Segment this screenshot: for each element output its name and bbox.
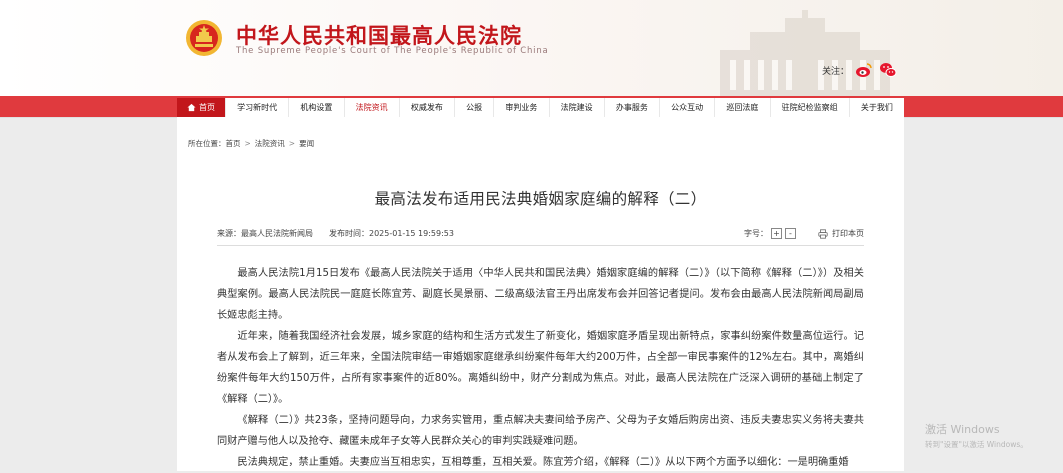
nav-item-label: 学习新时代 xyxy=(237,103,278,112)
article-paragraph: 最高人民法院1月15日发布《最高人民法院关于适用〈中华人民共和国民法典〉婚姻家庭… xyxy=(217,268,864,321)
nav-item-label: 公众互动 xyxy=(671,103,704,112)
nav-item-about[interactable]: 关于我们 xyxy=(850,98,904,117)
nav-item-label: 办事服务 xyxy=(615,103,648,112)
print-button[interactable]: 打印本页 xyxy=(818,228,864,239)
breadcrumb: 所在位置：首页 > 法院资讯 > 要闻 xyxy=(188,138,314,149)
article-source: 来源：最高人民法院新闻局 xyxy=(217,229,313,238)
nav-item-label: 巡回法庭 xyxy=(726,103,759,112)
font-size-label: 字号： xyxy=(744,229,768,238)
breadcrumb-headlines[interactable]: 要闻 xyxy=(299,139,314,148)
site-subtitle: The Supreme People's Court of The People… xyxy=(236,46,549,56)
nav-item-trial-business[interactable]: 审判业务 xyxy=(494,98,550,117)
follow-bar: 关注： xyxy=(822,60,897,80)
follow-label: 关注： xyxy=(822,66,850,77)
nav-item-label: 审判业务 xyxy=(505,103,538,112)
nav-item-court-building[interactable]: 法院建设 xyxy=(550,98,605,117)
content-panel: 所在位置：首页 > 法院资讯 > 要闻 最高法发布适用民法典婚姻家庭编的解释（二） 来源… xyxy=(177,117,904,471)
print-label: 打印本页 xyxy=(832,229,864,238)
article-paragraph: 《解释（二）》共23条，坚持问题导向，力求务实管用，重点解决夫妻间给予房产、父母… xyxy=(217,415,864,447)
nav-item-releases[interactable]: 权威发布 xyxy=(400,98,455,117)
home-icon xyxy=(187,103,196,112)
national-emblem-logo xyxy=(186,20,222,56)
nav-item-discipline[interactable]: 驻院纪检监察组 xyxy=(771,98,850,117)
nav-item-label: 法院资讯 xyxy=(355,103,388,112)
article-title: 最高法发布适用民法典婚姻家庭编的解释（二） xyxy=(374,190,707,208)
nav-item-label: 权威发布 xyxy=(410,103,443,112)
article-meta-left: 来源：最高人民法院新闻局 发布时间：2025-01-15 19:59:53 xyxy=(217,228,454,239)
wechat-icon[interactable] xyxy=(879,61,897,79)
nav-item-court-news[interactable]: 法院资讯 xyxy=(345,98,400,117)
article-paragraph: 民法典规定，禁止重婚。夫妻应当互相忠实，互相尊重，互相关爱。陈宜芳介绍，《解释（… xyxy=(237,457,849,468)
nav-item-home[interactable]: 首页 xyxy=(177,98,226,117)
breadcrumb-home[interactable]: 首页 xyxy=(226,139,241,148)
article-paragraph: 近年来，随着我国经济社会发展，城乡家庭的结构和生活方式发生了新变化，婚姻家庭矛盾… xyxy=(217,331,864,405)
site-header: 中华人民共和国最高人民法院 The Supreme People's Court… xyxy=(0,0,1063,96)
nav-item-study[interactable]: 学习新时代 xyxy=(226,98,290,117)
breadcrumb-court-news[interactable]: 法院资讯 xyxy=(255,139,285,148)
font-increase-button[interactable]: + xyxy=(771,228,782,239)
nav-item-label: 驻院纪检监察组 xyxy=(781,103,838,112)
nav-item-label: 关于我们 xyxy=(860,103,893,112)
court-building-watermark xyxy=(720,10,890,96)
main-nav: 首页 学习新时代 机构设置 法院资讯 权威发布 公报 审判业务 法院建设 办事服… xyxy=(177,96,904,117)
nav-accent-right xyxy=(904,96,1063,117)
nav-item-label: 机构设置 xyxy=(300,103,333,112)
breadcrumb-separator: > xyxy=(288,139,296,148)
breadcrumb-prefix: 所在位置： xyxy=(188,139,226,148)
windows-activation-watermark: 激活 Windows 转到"设置"以激活 Windows。 xyxy=(925,421,1028,450)
nav-item-organization[interactable]: 机构设置 xyxy=(289,98,345,117)
printer-icon xyxy=(818,228,828,239)
nav-item-circuit-courts[interactable]: 巡回法庭 xyxy=(715,98,771,117)
font-decrease-button[interactable]: - xyxy=(785,228,796,239)
watermark-line1: 激活 Windows xyxy=(925,423,1000,436)
article-body: 最高人民法院1月15日发布《最高人民法院关于适用〈中华人民共和国民法典〉婚姻家庭… xyxy=(217,263,864,473)
breadcrumb-separator: > xyxy=(244,139,251,148)
article-publish-time: 发布时间：2025-01-15 19:59:53 xyxy=(329,229,454,238)
nav-item-label: 公报 xyxy=(466,103,483,112)
meta-divider xyxy=(217,245,864,246)
nav-accent-left xyxy=(0,96,177,117)
article-meta: 来源：最高人民法院新闻局 发布时间：2025-01-15 19:59:53 字号：… xyxy=(217,228,864,242)
weibo-icon[interactable] xyxy=(855,61,873,79)
nav-item-label: 法院建设 xyxy=(560,103,593,112)
nav-item-services[interactable]: 办事服务 xyxy=(605,98,660,117)
watermark-line2: 转到"设置"以激活 Windows。 xyxy=(925,440,1028,449)
article-tools: 字号： + - 打印本页 xyxy=(744,228,864,239)
nav-item-gazette[interactable]: 公报 xyxy=(455,98,495,117)
nav-item-label: 首页 xyxy=(199,103,215,112)
nav-item-public-interaction[interactable]: 公众互动 xyxy=(660,98,716,117)
